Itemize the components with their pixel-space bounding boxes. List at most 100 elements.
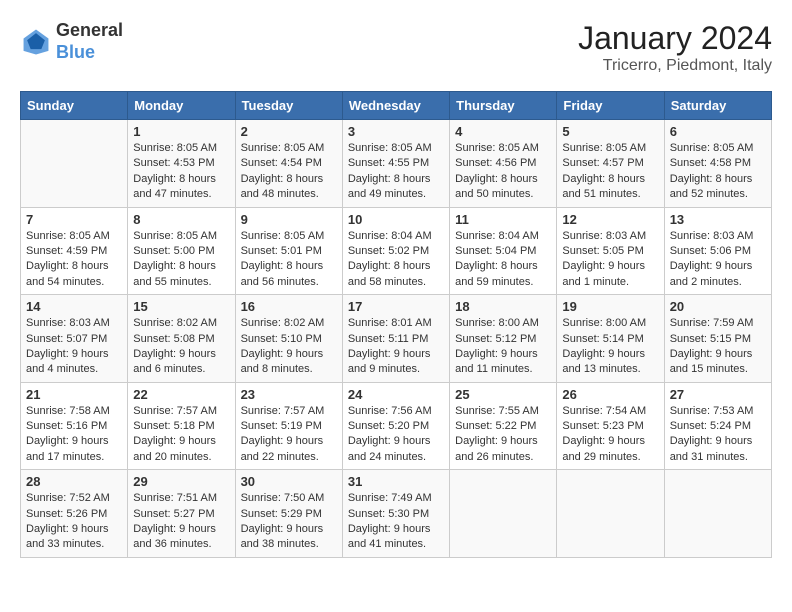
day-info: Sunrise: 7:54 AM Sunset: 5:23 PM Dayligh… [562,404,658,466]
day-number: 29 [133,474,229,489]
calendar-cell: 12 Sunrise: 8:03 AM Sunset: 5:05 PM Dayli… [557,207,664,295]
calendar-cell: 29Sunrise: 7:51 AM Sunset: 5:27 PM Dayli… [128,470,235,558]
day-info: Sunrise: 8:02 AM Sunset: 5:10 PM Dayligh… [241,316,337,378]
day-number: 21 [26,387,122,402]
calendar-cell: 1Sunrise: 8:05 AM Sunset: 4:53 PM Daylig… [128,120,235,208]
logo: General Blue [20,20,123,63]
day-number: 3 [348,124,444,139]
day-info: Sunrise: 8:05 AM Sunset: 4:57 PM Dayligh… [562,141,658,203]
calendar-table: SundayMondayTuesdayWednesdayThursdayFrid… [20,91,772,558]
logo-text-general: General [56,20,123,42]
day-info: Sunrise: 7:55 AM Sunset: 5:22 PM Dayligh… [455,404,551,466]
col-header-thursday: Thursday [450,92,557,120]
day-info: Sunrise: 8:02 AM Sunset: 5:08 PM Dayligh… [133,316,229,378]
day-info: Sunrise: 7:53 AM Sunset: 5:24 PM Dayligh… [670,404,766,466]
calendar-week-row: 14 Sunrise: 8:03 AM Sunset: 5:07 PM Dayli… [21,295,772,383]
calendar-cell: 23Sunrise: 7:57 AM Sunset: 5:19 PM Dayli… [235,382,342,470]
day-number: 26 [562,387,658,402]
calendar-cell: 14 Sunrise: 8:03 AM Sunset: 5:07 PM Dayli… [21,295,128,383]
calendar-cell [450,470,557,558]
day-info: Sunrise: 8:04 AM Sunset: 5:02 PM Dayligh… [348,229,444,291]
logo-text-blue: Blue [56,42,123,64]
calendar-week-row: 7 Sunrise: 8:05 AM Sunset: 4:59 PM Daylig… [21,207,772,295]
calendar-cell: 15 Sunrise: 8:02 AM Sunset: 5:08 PM Dayli… [128,295,235,383]
day-number: 9 [241,212,337,227]
page-title: January 2024 [578,20,772,57]
day-number: 28 [26,474,122,489]
day-number: 10 [348,212,444,227]
day-info: Sunrise: 8:03 AM Sunset: 5:05 PM Dayligh… [562,229,658,291]
calendar-cell: 25Sunrise: 7:55 AM Sunset: 5:22 PM Dayli… [450,382,557,470]
calendar-week-row: 28Sunrise: 7:52 AM Sunset: 5:26 PM Dayli… [21,470,772,558]
calendar-cell: 18 Sunrise: 8:00 AM Sunset: 5:12 PM Dayli… [450,295,557,383]
day-number: 24 [348,387,444,402]
calendar-cell: 5 Sunrise: 8:05 AM Sunset: 4:57 PM Daylig… [557,120,664,208]
logo-icon [20,26,52,58]
calendar-cell [21,120,128,208]
day-number: 6 [670,124,766,139]
calendar-cell: 31 Sunrise: 7:49 AM Sunset: 5:30 PM Dayli… [342,470,449,558]
col-header-monday: Monday [128,92,235,120]
day-number: 15 [133,299,229,314]
day-number: 31 [348,474,444,489]
page-header: General Blue January 2024 Tricerro, Pied… [20,20,772,75]
day-info: Sunrise: 7:58 AM Sunset: 5:16 PM Dayligh… [26,404,122,466]
day-info: Sunrise: 8:05 AM Sunset: 4:56 PM Dayligh… [455,141,551,203]
page-subtitle: Tricerro, Piedmont, Italy [578,57,772,75]
calendar-cell: 9 Sunrise: 8:05 AM Sunset: 5:01 PM Daylig… [235,207,342,295]
day-info: Sunrise: 8:05 AM Sunset: 5:00 PM Dayligh… [133,229,229,291]
calendar-cell: 26 Sunrise: 7:54 AM Sunset: 5:23 PM Dayli… [557,382,664,470]
calendar-cell: 6Sunrise: 8:05 AM Sunset: 4:58 PM Daylig… [664,120,771,208]
day-number: 4 [455,124,551,139]
day-number: 14 [26,299,122,314]
day-info: Sunrise: 8:03 AM Sunset: 5:06 PM Dayligh… [670,229,766,291]
day-info: Sunrise: 7:57 AM Sunset: 5:18 PM Dayligh… [133,404,229,466]
calendar-cell: 27Sunrise: 7:53 AM Sunset: 5:24 PM Dayli… [664,382,771,470]
day-info: Sunrise: 8:05 AM Sunset: 4:54 PM Dayligh… [241,141,337,203]
calendar-cell: 17Sunrise: 8:01 AM Sunset: 5:11 PM Dayli… [342,295,449,383]
day-info: Sunrise: 7:49 AM Sunset: 5:30 PM Dayligh… [348,491,444,553]
day-number: 13 [670,212,766,227]
calendar-cell: 10 Sunrise: 8:04 AM Sunset: 5:02 PM Dayli… [342,207,449,295]
day-number: 12 [562,212,658,227]
day-info: Sunrise: 7:59 AM Sunset: 5:15 PM Dayligh… [670,316,766,378]
day-number: 30 [241,474,337,489]
title-block: January 2024 Tricerro, Piedmont, Italy [578,20,772,75]
day-number: 17 [348,299,444,314]
calendar-cell [664,470,771,558]
calendar-cell: 11Sunrise: 8:04 AM Sunset: 5:04 PM Dayli… [450,207,557,295]
day-info: Sunrise: 7:50 AM Sunset: 5:29 PM Dayligh… [241,491,337,553]
day-number: 2 [241,124,337,139]
day-info: Sunrise: 8:00 AM Sunset: 5:14 PM Dayligh… [562,316,658,378]
day-info: Sunrise: 8:00 AM Sunset: 5:12 PM Dayligh… [455,316,551,378]
calendar-cell: 3 Sunrise: 8:05 AM Sunset: 4:55 PM Daylig… [342,120,449,208]
day-number: 18 [455,299,551,314]
day-info: Sunrise: 7:57 AM Sunset: 5:19 PM Dayligh… [241,404,337,466]
col-header-tuesday: Tuesday [235,92,342,120]
calendar-cell: 28Sunrise: 7:52 AM Sunset: 5:26 PM Dayli… [21,470,128,558]
calendar-cell: 22 Sunrise: 7:57 AM Sunset: 5:18 PM Dayli… [128,382,235,470]
day-number: 19 [562,299,658,314]
day-info: Sunrise: 8:05 AM Sunset: 4:55 PM Dayligh… [348,141,444,203]
calendar-cell: 30 Sunrise: 7:50 AM Sunset: 5:29 PM Dayli… [235,470,342,558]
day-info: Sunrise: 8:05 AM Sunset: 4:53 PM Dayligh… [133,141,229,203]
calendar-cell: 21 Sunrise: 7:58 AM Sunset: 5:16 PM Dayli… [21,382,128,470]
day-number: 16 [241,299,337,314]
day-number: 7 [26,212,122,227]
day-info: Sunrise: 8:03 AM Sunset: 5:07 PM Dayligh… [26,316,122,378]
day-info: Sunrise: 7:56 AM Sunset: 5:20 PM Dayligh… [348,404,444,466]
calendar-cell: 4 Sunrise: 8:05 AM Sunset: 4:56 PM Daylig… [450,120,557,208]
day-number: 22 [133,387,229,402]
calendar-cell: 13 Sunrise: 8:03 AM Sunset: 5:06 PM Dayli… [664,207,771,295]
calendar-header-row: SundayMondayTuesdayWednesdayThursdayFrid… [21,92,772,120]
calendar-cell [557,470,664,558]
day-info: Sunrise: 8:04 AM Sunset: 5:04 PM Dayligh… [455,229,551,291]
col-header-sunday: Sunday [21,92,128,120]
calendar-cell: 7 Sunrise: 8:05 AM Sunset: 4:59 PM Daylig… [21,207,128,295]
day-number: 5 [562,124,658,139]
calendar-cell: 8Sunrise: 8:05 AM Sunset: 5:00 PM Daylig… [128,207,235,295]
day-info: Sunrise: 8:05 AM Sunset: 4:59 PM Dayligh… [26,229,122,291]
col-header-saturday: Saturday [664,92,771,120]
day-info: Sunrise: 8:05 AM Sunset: 5:01 PM Dayligh… [241,229,337,291]
calendar-cell: 16 Sunrise: 8:02 AM Sunset: 5:10 PM Dayli… [235,295,342,383]
